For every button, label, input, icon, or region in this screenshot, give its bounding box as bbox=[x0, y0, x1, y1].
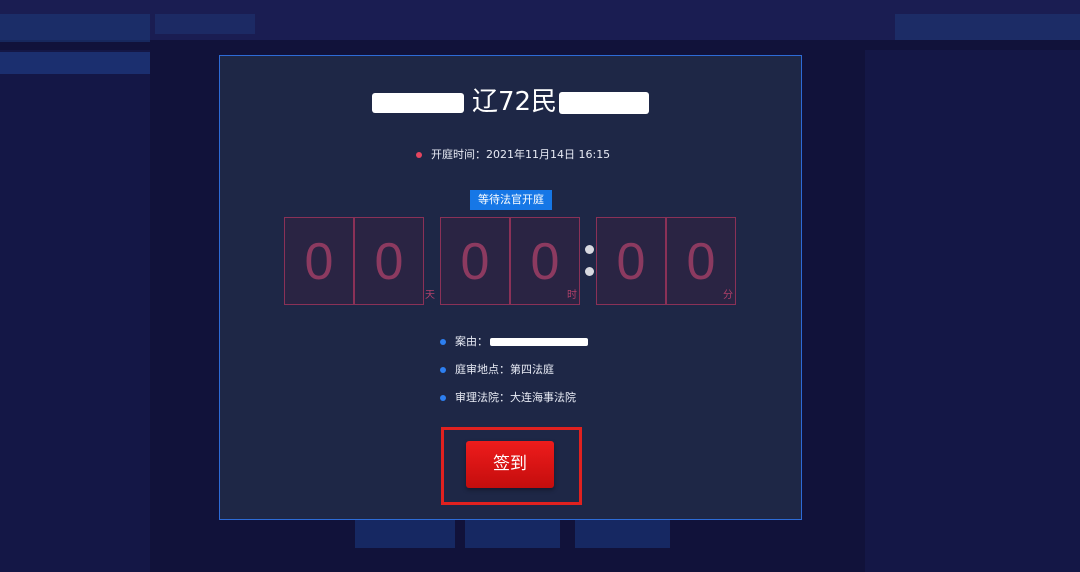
background-left-bar bbox=[0, 52, 150, 74]
countdown-digit-text: 0 bbox=[374, 233, 404, 291]
open-time-row: 开庭时间：2021年11月14日 16:15 bbox=[416, 146, 610, 164]
open-time-value: 2021年11月14日 16:15 bbox=[486, 148, 611, 161]
location-label: 庭审地点： bbox=[455, 363, 510, 376]
countdown-unit-minutes: 分 bbox=[723, 290, 733, 301]
redaction-mark bbox=[559, 91, 650, 114]
redaction-mark bbox=[490, 338, 588, 346]
blue-dot-icon bbox=[440, 339, 446, 345]
countdown-digit-text: 0 bbox=[686, 233, 716, 291]
redaction-mark bbox=[371, 92, 464, 113]
status-badge: 等待法官开庭 bbox=[470, 190, 552, 210]
case-number-title: 辽72民 bbox=[220, 84, 801, 120]
background-right-title bbox=[895, 14, 1080, 40]
countdown-digit: 0 时 bbox=[510, 217, 580, 305]
background-left-panel bbox=[0, 50, 150, 572]
case-number-text: 辽72民 bbox=[471, 87, 558, 117]
countdown-colon-dot bbox=[585, 245, 594, 254]
countdown-colon-dot bbox=[585, 267, 594, 276]
countdown-digit: 0 bbox=[440, 217, 510, 305]
background-right-panel bbox=[865, 50, 1080, 572]
info-item-location: 庭审地点：第四法庭 bbox=[440, 360, 760, 388]
countdown-digit-text: 0 bbox=[530, 233, 560, 291]
background-button bbox=[575, 520, 670, 548]
open-time-label: 开庭时间： bbox=[431, 148, 486, 161]
background-button bbox=[465, 520, 560, 548]
blue-dot-icon bbox=[440, 367, 446, 373]
countdown-unit-days: 天 bbox=[425, 290, 435, 301]
background-button bbox=[355, 520, 455, 548]
hearing-checkin-dialog: 辽72民 开庭时间：2021年11月14日 16:15 等待法官开庭 0 0 天… bbox=[219, 55, 802, 520]
info-item-court: 审理法院：大连海事法院 bbox=[440, 388, 760, 416]
countdown-minutes: 0 0 分 bbox=[596, 217, 736, 305]
location-value: 第四法庭 bbox=[510, 363, 554, 376]
blue-dot-icon bbox=[440, 395, 446, 401]
cause-label: 案由： bbox=[455, 335, 488, 348]
countdown-digit: 0 bbox=[596, 217, 666, 305]
countdown-days: 0 0 天 bbox=[284, 217, 435, 305]
red-dot-icon bbox=[416, 152, 422, 158]
countdown-hours: 0 0 时 bbox=[440, 217, 580, 305]
court-label: 审理法院： bbox=[455, 391, 510, 404]
countdown-digit: 0 天 bbox=[354, 217, 435, 305]
countdown-digit: 0 分 bbox=[666, 217, 736, 305]
info-item-cause: 案由： bbox=[440, 332, 760, 360]
countdown-unit-hours: 时 bbox=[567, 290, 577, 301]
background-center-tab bbox=[155, 14, 255, 34]
court-value: 大连海事法院 bbox=[510, 391, 576, 404]
background-left-title bbox=[0, 14, 150, 42]
countdown-digit: 0 bbox=[284, 217, 354, 305]
case-info-list: 案由： 庭审地点：第四法庭 审理法院：大连海事法院 bbox=[440, 332, 760, 416]
signin-button[interactable]: 签到 bbox=[466, 441, 554, 488]
